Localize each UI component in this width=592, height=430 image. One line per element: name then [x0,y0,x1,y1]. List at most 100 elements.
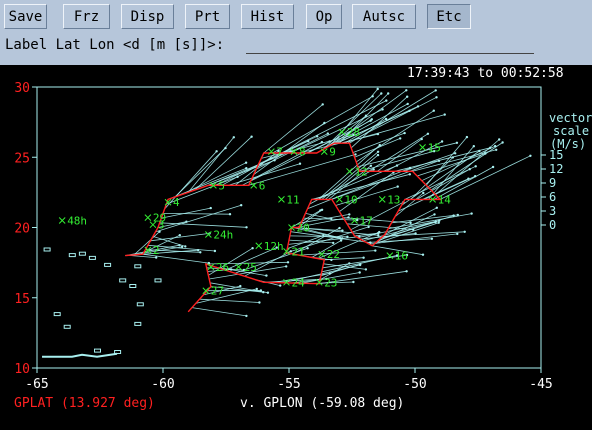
wind-vector-head [319,209,321,211]
scale-tick-label: 3 [549,204,556,218]
wind-vector-head [233,136,235,138]
wind-vector-head [267,292,269,294]
save-button[interactable]: Save [4,4,47,29]
waypoint-label: 16 [395,250,408,263]
wind-vector-head [214,250,216,252]
wind-vector-head [412,228,414,230]
wind-vector-head [438,160,440,162]
wind-vector-head [422,192,424,194]
wind-vector-head [258,301,260,303]
print-button[interactable]: Prt [185,4,230,29]
scale-tick-label: 15 [549,148,563,162]
wind-vector-head [478,150,480,152]
wind-vector-head [433,213,435,215]
wind-vector-head [409,222,411,224]
wind-vector-head [474,175,476,177]
waypoint-label: 48h [67,215,87,228]
wind-vector-head [359,271,361,273]
wind-vector-head [406,96,408,98]
y-tick-label: 10 [14,362,30,377]
wind-vector-head [251,247,253,249]
x-tick-label: -45 [529,377,552,392]
wind-vector-head [373,168,375,170]
wind-vector-head [427,133,429,135]
wind-vector-head [285,265,287,267]
wind-vector-head [464,231,466,233]
y-tick-label: 20 [14,222,30,237]
plot-area: -65-60-55-50-45 1015202530 48h24h12h2345… [0,65,592,426]
scale-tick-label: 12 [549,162,563,176]
freeze-button[interactable]: Frz [63,4,110,29]
wind-vector-head [338,227,340,229]
wind-vector-head [184,245,186,247]
vector-scale-title: vector [549,111,592,125]
wind-vector-head [380,92,382,94]
wind-vector-head [348,213,350,215]
wind-vector-head [498,138,500,140]
wind-vector-head [405,89,407,91]
toolbar: Save Frz Disp Prt Hist Op Autsc Etc Labe… [0,0,592,65]
wind-vector-head [348,262,350,264]
wind-vector-head [299,163,301,165]
etc-button[interactable]: Etc [427,4,471,29]
waypoint-label: 13 [387,193,400,206]
waypoint-label: 2 [153,244,160,257]
wind-vector-head [407,103,409,105]
autoscale-button[interactable]: Autsc [352,4,416,29]
wind-vector-head [371,118,373,120]
waypoint-label: 15 [428,141,441,154]
label-input[interactable] [246,37,534,54]
scale-tick-label: 9 [549,176,556,190]
wind-vector-head [438,220,440,222]
wind-vector-head [495,149,497,151]
wind-vector-head [441,140,443,142]
wind-vector-head [466,136,468,138]
scale-tick-label: 6 [549,190,556,204]
history-button[interactable]: Hist [241,4,294,29]
label-prompt: Label Lat Lon <d [m [s]]>: [5,37,224,53]
wind-vector-head [397,185,399,187]
scale-tick-label: 0 [549,218,556,232]
y-axis-label: GPLAT (13.927 deg) [14,396,155,411]
wind-vector-head [370,165,372,167]
wind-vector-head [199,251,201,253]
y-tick-label: 25 [14,151,30,166]
display-button[interactable]: Disp [121,4,174,29]
wind-vector-head [260,289,262,291]
wind-vector-head [245,315,247,317]
waypoint-label: 24h [213,229,233,242]
x-axis-label: v. GPLON (-59.08 deg) [240,396,404,411]
waypoint-label: 10 [344,193,357,206]
waypoint-label: 21 [292,245,305,258]
wind-vector-head [396,164,398,166]
wind-vector-head [387,92,389,94]
waypoint-label: 9 [329,146,336,159]
waypoint-label: 24 [292,276,306,289]
waypoint-label: 17 [360,215,373,228]
waypoint-label: 8 [299,146,306,159]
wind-vector-head [322,103,324,105]
waypoint-label: 5 [218,179,225,192]
wind-vector-head [306,247,308,249]
wind-vector-head [414,232,416,234]
wind-vector-head [422,254,424,256]
wind-vector-head [332,242,334,244]
wind-vector-head [421,138,423,140]
y-tick-label: 30 [14,81,30,96]
wind-vector-head [378,231,380,233]
waypoint-label: 22 [327,248,340,261]
wind-vector-head [262,291,264,293]
wind-vector-head [239,285,241,287]
y-tick-label: 15 [14,292,30,307]
wind-vector-head [409,167,411,169]
waypoint-label: 14 [438,193,452,206]
wind-vector-head [374,249,376,251]
options-button[interactable]: Op [306,4,342,29]
wind-vector-head [245,226,247,228]
vector-scale-subtitle: scale [553,124,589,138]
wind-vector-head [379,144,381,146]
waypoint-label: 20 [297,222,310,235]
time-range: 17:39:43 to 00:52:58 [407,66,564,81]
wind-vector-head [256,288,258,290]
wind-vector-head [359,264,361,266]
